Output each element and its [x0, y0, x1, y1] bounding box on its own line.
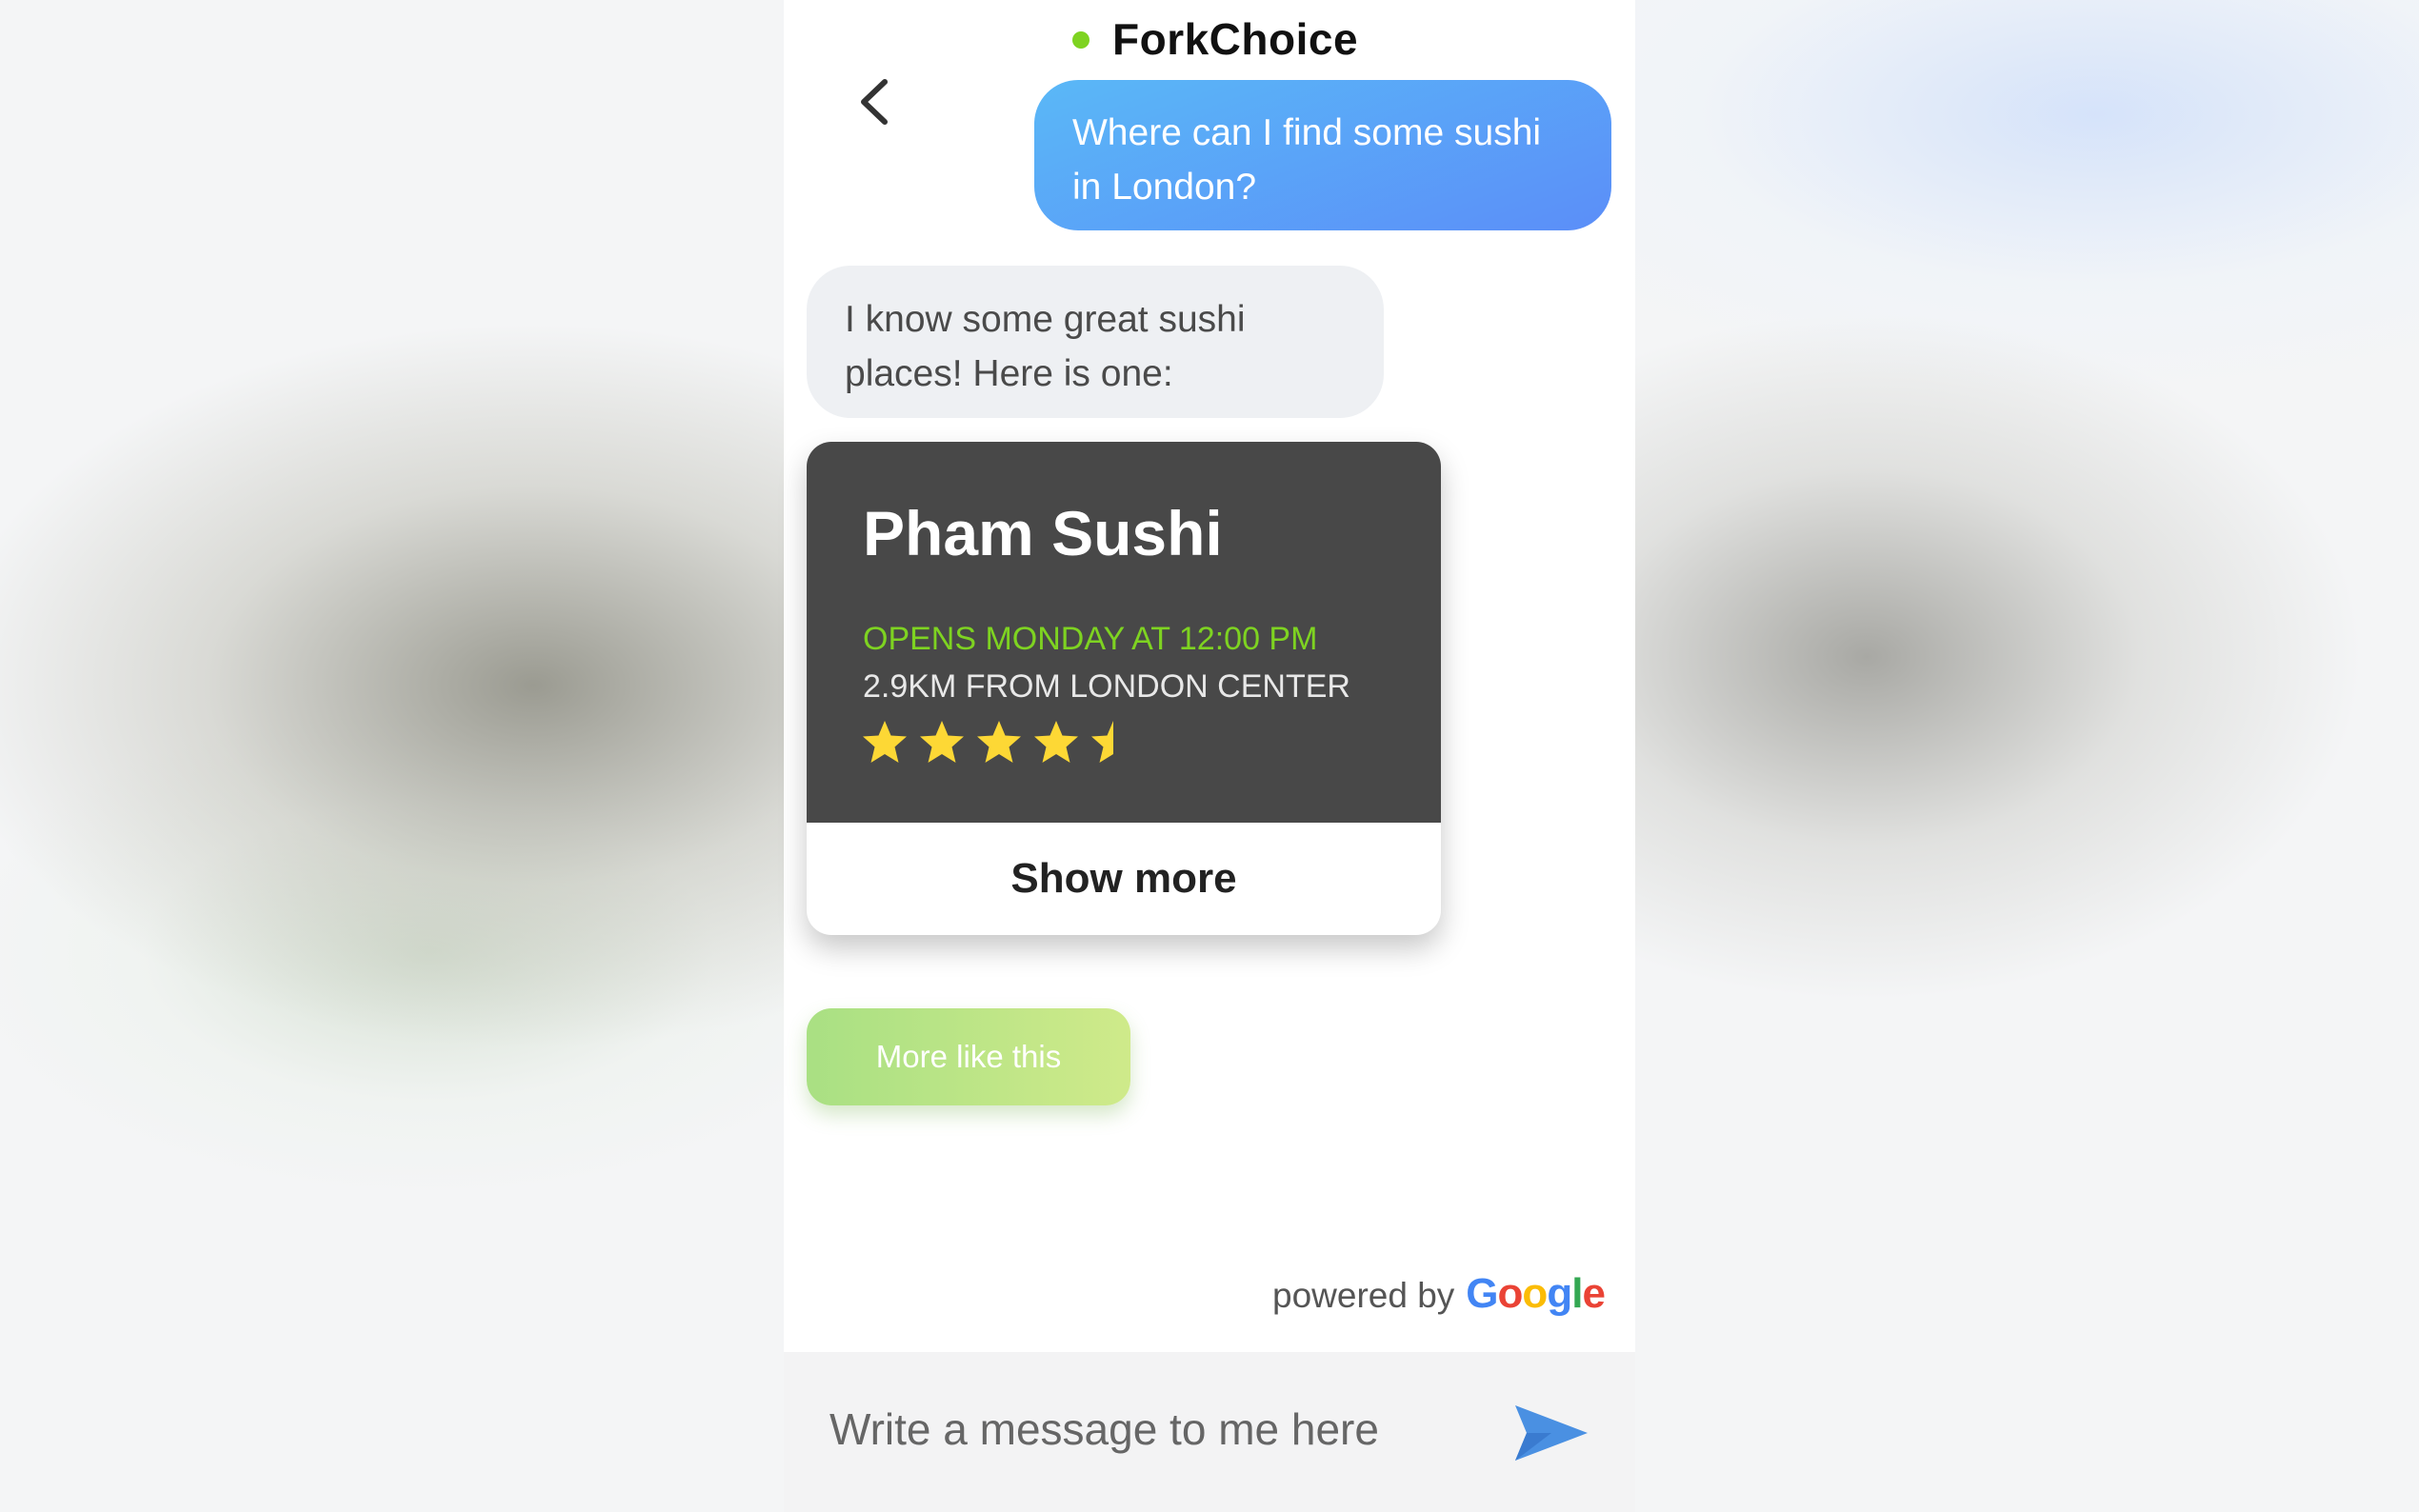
place-card-details: Pham Sushi OPENS MONDAY AT 12:00 PM 2.9K…: [807, 442, 1441, 823]
place-name: Pham Sushi: [863, 498, 1223, 568]
star-full-icon: [863, 721, 907, 763]
user-message-text: Where can I find some sushi in London?: [1072, 112, 1542, 208]
app-title: ForkChoice: [1112, 14, 1359, 64]
powered-by-text: powered by: [1272, 1276, 1455, 1315]
message-composer: [784, 1352, 1635, 1512]
chevron-left-icon: [861, 79, 888, 125]
more-like-this-button[interactable]: More like this: [807, 1008, 1130, 1105]
show-more-button[interactable]: Show more: [807, 823, 1441, 935]
star-full-icon: [977, 721, 1021, 763]
background: ForkChoice Where can I find some sushi i…: [0, 0, 2419, 1512]
send-icon: [1515, 1405, 1588, 1461]
message-input[interactable]: [828, 1390, 1517, 1468]
star-full-icon: [920, 721, 964, 763]
send-button[interactable]: [1513, 1402, 1589, 1464]
chat-header: ForkChoice: [784, 0, 1635, 76]
more-like-this-label: More like this: [875, 1039, 1062, 1074]
star-half-icon: [1091, 721, 1113, 763]
star-rating: [860, 718, 1138, 767]
bot-message-text: I know some great sushi places! Here is …: [845, 299, 1246, 394]
bot-message-bubble: I know some great sushi places! Here is …: [807, 266, 1384, 418]
place-distance: 2.9KM FROM LONDON CENTER: [863, 668, 1350, 705]
online-status-dot: [1072, 31, 1090, 49]
place-card: Pham Sushi OPENS MONDAY AT 12:00 PM 2.9K…: [807, 442, 1441, 935]
powered-by-google: powered by Google: [1272, 1270, 1606, 1323]
google-logo: Google: [1466, 1270, 1606, 1317]
user-message-bubble: Where can I find some sushi in London?: [1034, 80, 1611, 230]
star-full-icon: [1034, 721, 1078, 763]
chat-window: ForkChoice Where can I find some sushi i…: [784, 0, 1635, 1512]
show-more-label: Show more: [1010, 855, 1237, 902]
place-hours: OPENS MONDAY AT 12:00 PM: [863, 621, 1318, 657]
back-button[interactable]: [847, 69, 904, 135]
